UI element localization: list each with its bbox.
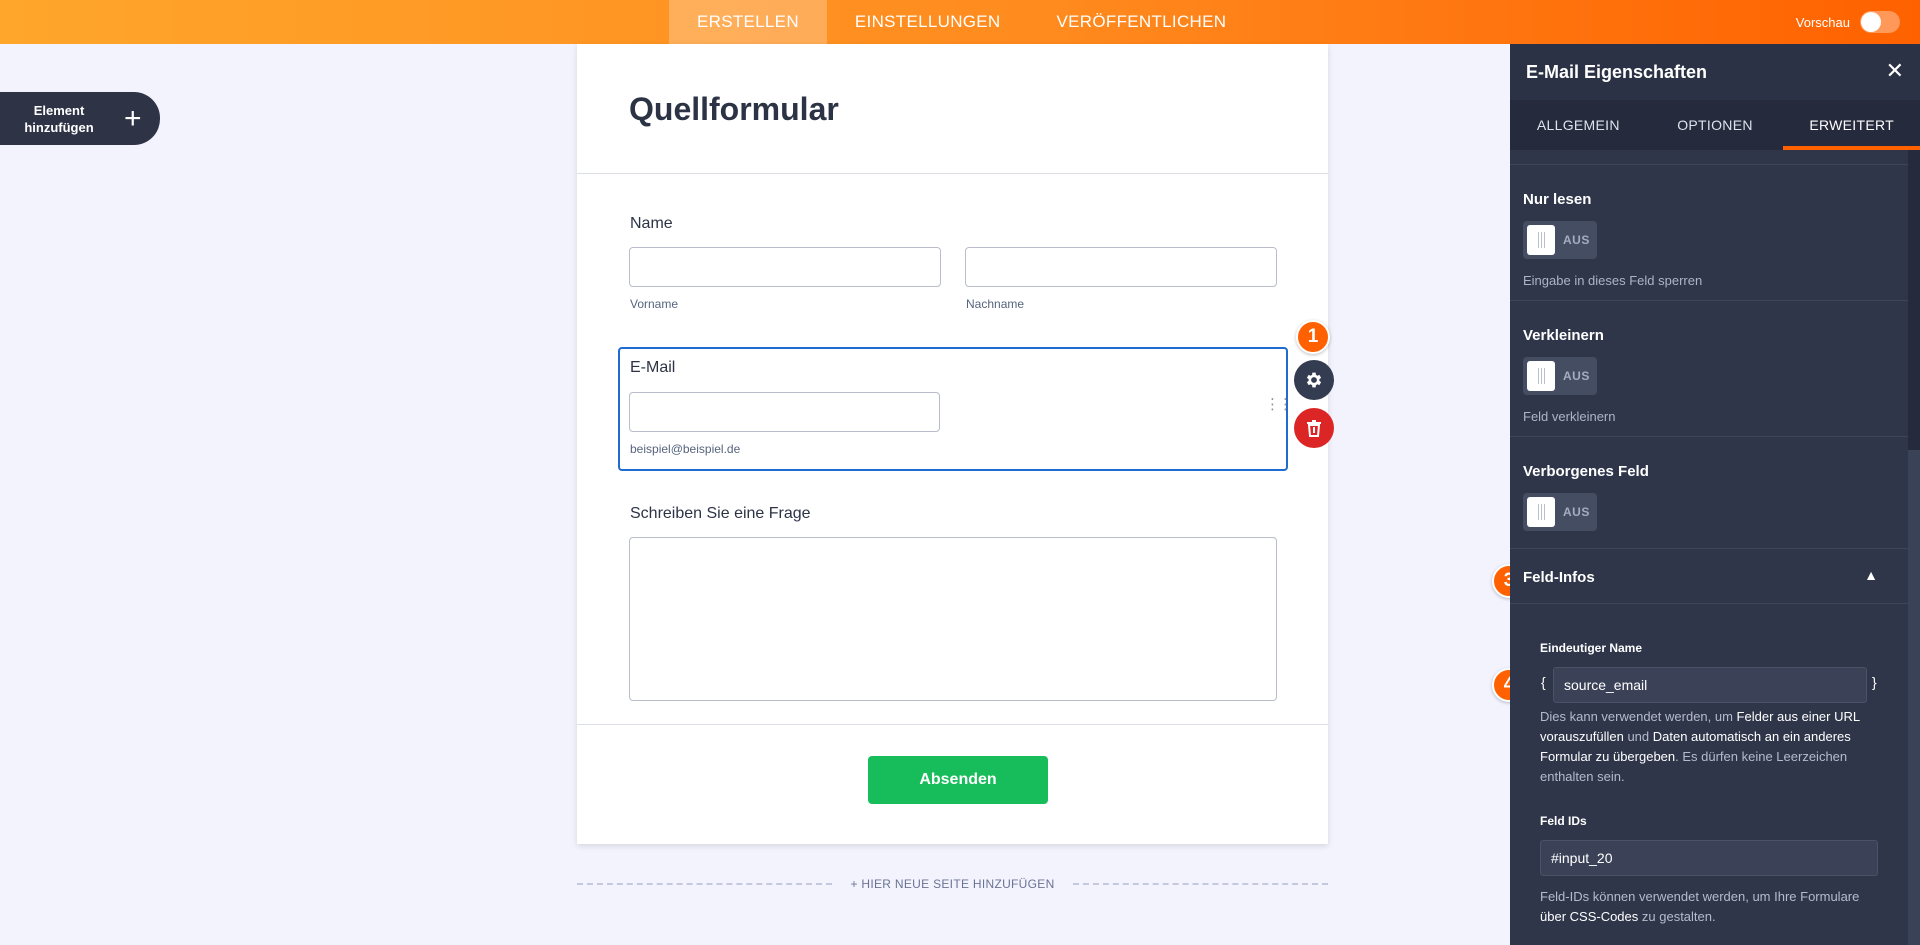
toggle-thumb	[1527, 361, 1555, 391]
email-input[interactable]	[629, 392, 940, 432]
submit-divider	[577, 724, 1328, 725]
form-title[interactable]: Quellformular	[629, 91, 839, 128]
email-label: E-Mail	[630, 359, 676, 376]
ids-desc-text: zu gestalten.	[1638, 909, 1716, 924]
unique-desc-text: und	[1623, 729, 1653, 744]
trash-icon	[1307, 420, 1321, 437]
section-hidden-field: Verborgenes Feld AUS	[1510, 436, 1908, 548]
tab-veroeffentlichen[interactable]: VERÖFFENTLICHEN	[1029, 0, 1255, 44]
field-info-header[interactable]: Feld-Infos ▲	[1510, 548, 1908, 604]
brace-close: }	[1872, 674, 1877, 690]
chevron-up-icon[interactable]: ▲	[1864, 567, 1878, 583]
add-new-page[interactable]: + HIER NEUE SEITE HINZUFÜGEN	[577, 876, 1328, 892]
preview-toggle-knob	[1861, 12, 1881, 32]
hidden-field-state: AUS	[1563, 505, 1590, 519]
add-element-label-line1: Element	[33, 102, 85, 118]
shrink-title: Verkleinern	[1523, 327, 1604, 344]
question-label: Schreiben Sie eine Frage	[630, 505, 811, 522]
email-sublabel: beispiel@beispiel.de	[630, 442, 741, 456]
first-name-sublabel: Vorname	[630, 297, 679, 311]
panel-tabs: ALLGEMEIN OPTIONEN ERWEITERT	[1510, 100, 1920, 150]
add-page-label: + HIER NEUE SEITE HINZUFÜGEN	[850, 877, 1055, 891]
shrink-desc: Feld verkleinern	[1523, 409, 1616, 424]
title-divider	[577, 173, 1328, 174]
add-element-label-line2: hinzufügen	[24, 119, 94, 135]
panel-header: E-Mail Eigenschaften ✕	[1510, 44, 1920, 100]
toggle-thumb	[1527, 225, 1555, 255]
name-label: Name	[630, 215, 673, 232]
unique-name-label: Eindeutiger Name	[1540, 641, 1643, 655]
tab-optionen[interactable]: OPTIONEN	[1647, 100, 1784, 150]
panel-scrollbar-thumb[interactable]	[1908, 450, 1920, 945]
properties-panel: E-Mail Eigenschaften ✕ ALLGEMEIN OPTIONE…	[1510, 44, 1920, 945]
dashed-line-left	[577, 883, 833, 885]
dashed-line-right	[1072, 883, 1328, 885]
toggle-thumb	[1527, 497, 1555, 527]
hidden-field-title: Verborgenes Feld	[1523, 463, 1649, 480]
hidden-field-toggle[interactable]: AUS	[1523, 493, 1597, 531]
submit-button[interactable]: Absenden	[868, 756, 1048, 804]
css-codes-link[interactable]: über CSS-Codes	[1540, 909, 1638, 924]
tab-erstellen[interactable]: ERSTELLEN	[669, 0, 827, 44]
unique-name-desc: Dies kann verwendet werden, um Felder au…	[1540, 707, 1880, 787]
read-only-desc: Eingabe in dieses Feld sperren	[1523, 273, 1703, 288]
question-textarea[interactable]	[629, 537, 1277, 701]
preview-toggle[interactable]	[1860, 11, 1900, 33]
field-properties-button[interactable]	[1294, 360, 1334, 400]
plus-icon: +	[124, 101, 142, 135]
brace-open: {	[1541, 674, 1546, 690]
form-card: Quellformular Name Vorname Nachname E-Ma…	[577, 44, 1328, 844]
read-only-toggle[interactable]: AUS	[1523, 221, 1597, 259]
delete-field-button[interactable]	[1294, 408, 1334, 448]
add-element-button[interactable]: Element hinzufügen +	[0, 92, 160, 145]
last-name-input[interactable]	[965, 247, 1277, 287]
tab-erweitert[interactable]: ERWEITERT	[1783, 100, 1920, 150]
tab-einstellungen[interactable]: EINSTELLUNGEN	[827, 0, 1029, 44]
ids-desc-text: Feld-IDs können verwendet werden, um Ihr…	[1540, 889, 1860, 904]
gear-icon	[1306, 372, 1322, 388]
unique-desc-text: Dies kann verwendet werden, um	[1540, 709, 1737, 724]
unique-name-input[interactable]: source_email	[1553, 667, 1867, 703]
read-only-state: AUS	[1563, 233, 1590, 247]
read-only-title: Nur lesen	[1523, 191, 1592, 208]
shrink-state: AUS	[1563, 369, 1590, 383]
last-name-sublabel: Nachname	[966, 297, 1025, 311]
tab-allgemein[interactable]: ALLGEMEIN	[1510, 100, 1647, 150]
preview-label: Vorschau	[1795, 14, 1850, 30]
top-bar: ERSTELLEN EINSTELLUNGEN VERÖFFENTLICHEN …	[0, 0, 1920, 44]
add-element-label: Element hinzufügen	[0, 102, 118, 136]
first-name-input[interactable]	[629, 247, 941, 287]
shrink-toggle[interactable]: AUS	[1523, 357, 1597, 395]
drag-handle-icon[interactable]: ⋮⋮	[1265, 397, 1293, 412]
field-ids-desc: Feld-IDs können verwendet werden, um Ihr…	[1540, 887, 1880, 927]
field-info-title: Feld-Infos	[1523, 569, 1595, 586]
step-marker-1: 1	[1296, 320, 1330, 354]
close-icon[interactable]: ✕	[1886, 60, 1904, 82]
main-nav: ERSTELLEN EINSTELLUNGEN VERÖFFENTLICHEN	[669, 0, 1254, 44]
preview-toggle-area: Vorschau	[1796, 0, 1900, 44]
section-read-only: Nur lesen AUS Eingabe in dieses Feld spe…	[1510, 164, 1908, 300]
section-shrink: Verkleinern AUS Feld verkleinern	[1510, 300, 1908, 436]
field-ids-input[interactable]: #input_20	[1540, 840, 1878, 876]
panel-title: E-Mail Eigenschaften	[1526, 62, 1708, 82]
field-ids-label: Feld IDs	[1540, 814, 1587, 828]
